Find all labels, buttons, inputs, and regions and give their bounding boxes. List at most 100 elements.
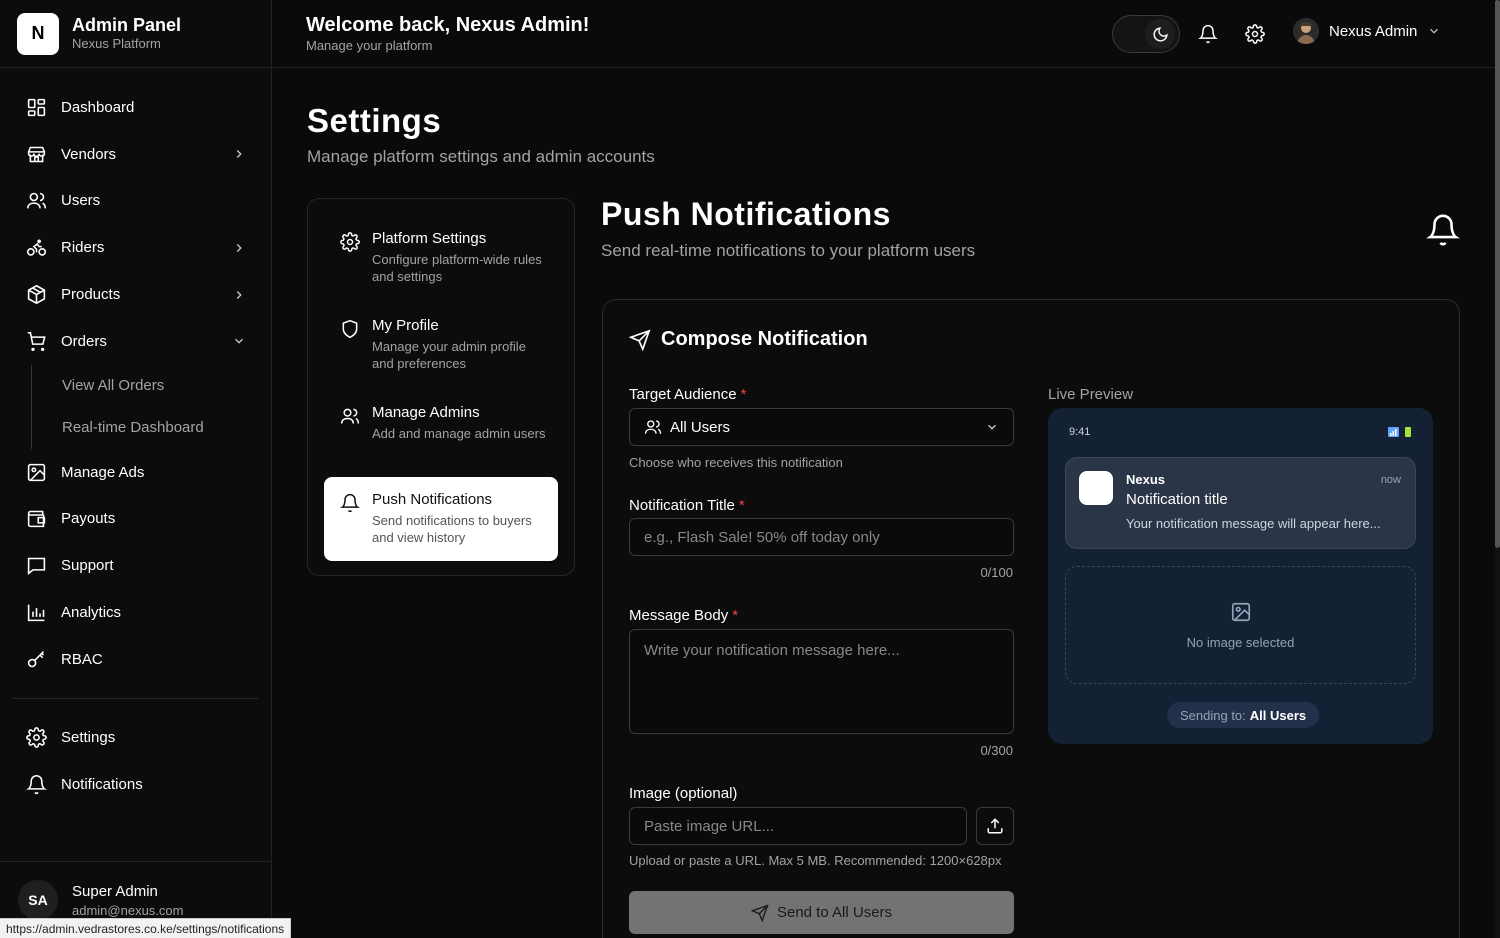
live-preview-label: Live Preview (1048, 386, 1134, 403)
settings-nav-push-notifications[interactable]: Push Notifications Send notifications to… (324, 477, 558, 561)
brand-title: Admin Panel (72, 15, 182, 35)
page-subtitle: Manage platform settings and admin accou… (307, 147, 655, 166)
sidebar-item-label: Dashboard (61, 98, 135, 116)
title-label-text: Notification Title (629, 497, 735, 514)
top-header: Welcome back, Nexus Admin! Manage your p… (273, 0, 1495, 68)
phone-status-icons (1388, 427, 1411, 437)
profile-name: Nexus Admin (1329, 22, 1418, 40)
bell-icon (26, 774, 47, 794)
cart-icon (27, 331, 46, 351)
compose-heading-text: Compose Notification (661, 328, 868, 350)
notification-title-input[interactable]: e.g., Flash Sale! 50% off today only (629, 518, 1014, 556)
audience-label-text: Target Audience (629, 386, 737, 403)
send-button[interactable]: Send to All Users (629, 891, 1014, 934)
sidebar-item-notifications[interactable]: Notifications (12, 761, 260, 808)
image-url-input[interactable]: Paste image URL... (629, 807, 967, 845)
message-body-textarea[interactable]: Write your notification message here... (629, 629, 1014, 734)
theme-toggle[interactable] (1112, 15, 1180, 53)
profile-menu[interactable]: Nexus Admin (1293, 18, 1441, 44)
sidebar-item-label: Manage Ads (61, 463, 145, 481)
compose-card: Compose Notification Target Audience * Al… (602, 299, 1460, 938)
sidebar-item-label: RBAC (61, 650, 103, 668)
avatar (1293, 18, 1319, 44)
chevron-down-icon (235, 339, 243, 345)
required-mark: * (740, 386, 747, 403)
send-button-label: Send to All Users (776, 904, 893, 921)
app-root: N Admin Panel Nexus Platform Dashboard V… (0, 0, 1500, 938)
user-name: Super Admin (72, 882, 158, 900)
bike-icon (26, 239, 47, 257)
image-hint: Upload or paste a URL. Max 5 MB. Recomme… (629, 853, 1002, 868)
sidebar-subitem-view-all-orders[interactable]: View All Orders (32, 365, 260, 407)
sidebar-nav-bottom: Settings Notifications (12, 714, 260, 808)
message-icon (27, 557, 46, 576)
sidebar-item-analytics[interactable]: Analytics (12, 589, 260, 636)
settings-nav-platform-settings[interactable]: Platform Settings Configure platform-wid… (324, 216, 558, 300)
package-icon (27, 284, 46, 305)
sidebar-item-label: Products (61, 286, 121, 304)
avatar-picture (1293, 18, 1319, 44)
bell-icon (1426, 214, 1460, 246)
sidebar-item-products[interactable]: Products (12, 271, 260, 318)
users-icon (26, 193, 47, 209)
push-title: Push Notifications (601, 196, 891, 232)
sidebar-item-label: Support (61, 557, 114, 575)
image-label: Image (optional) (629, 785, 738, 802)
sidebar-item-payouts[interactable]: Payouts (12, 496, 260, 543)
settings-nav-title: Push Notifications (372, 491, 493, 508)
app-icon (1079, 471, 1113, 505)
chevron-right-icon (236, 150, 242, 159)
sidebar-item-riders[interactable]: Riders (12, 224, 260, 271)
settings-nav-title: Manage Admins (372, 404, 480, 421)
sidebar-item-support[interactable]: Support (12, 542, 260, 589)
moon-icon (1153, 26, 1168, 41)
welcome-subtitle: Manage your platform (306, 38, 433, 53)
upload-icon (987, 818, 1003, 834)
brand-subtitle: Nexus Platform (72, 36, 161, 51)
chevron-right-icon (236, 290, 242, 299)
audience-label: Target Audience * (629, 386, 746, 403)
wallet-icon (27, 511, 46, 528)
sidebar-nav: Dashboard Vendors Users Riders Products (12, 84, 260, 683)
phone-preview: 9:41 Nexus now Notification title Your n… (1048, 408, 1433, 744)
sidebar-item-rbac[interactable]: RBAC (12, 636, 260, 683)
upload-button[interactable] (976, 807, 1014, 845)
compose-heading: Compose Notification (629, 328, 868, 351)
audience-select[interactable]: All Users (629, 408, 1014, 446)
settings-nav-my-profile[interactable]: My Profile Manage your admin profile and… (324, 303, 558, 387)
image-icon (1231, 602, 1251, 622)
brand[interactable]: N Admin Panel Nexus Platform (0, 0, 271, 68)
sidebar-item-users[interactable]: Users (12, 178, 260, 225)
chevron-down-icon (988, 424, 996, 430)
gear-icon (26, 727, 47, 748)
sidebar-item-dashboard[interactable]: Dashboard (12, 84, 260, 131)
sidebar-item-vendors[interactable]: Vendors (12, 131, 260, 178)
scrollbar-thumb[interactable] (1495, 0, 1500, 548)
audience-hint: Choose who receives this notification (629, 455, 843, 470)
body-label: Message Body * (629, 607, 738, 624)
sidebar: N Admin Panel Nexus Platform Dashboard V… (0, 0, 272, 938)
sidebar-item-manage-ads[interactable]: Manage Ads (12, 449, 260, 496)
sending-to-badge: Sending to: All Users (1167, 702, 1320, 728)
sidebar-subitem-realtime-dashboard[interactable]: Real-time Dashboard (32, 407, 260, 449)
notification-message: Your notification message will appear he… (1126, 516, 1381, 531)
required-mark: * (732, 607, 739, 624)
notification-card: Nexus now Notification title Your notifi… (1065, 457, 1416, 549)
sidebar-item-settings[interactable]: Settings (12, 714, 260, 761)
users-icon (340, 408, 360, 424)
signal-icon (1388, 427, 1399, 437)
scrollbar[interactable] (1495, 0, 1500, 938)
send-icon (750, 903, 769, 922)
settings-nav-manage-admins[interactable]: Manage Admins Add and manage admin users (324, 390, 558, 474)
sending-target: All Users (1249, 707, 1307, 723)
sidebar-item-label: Settings (61, 728, 116, 746)
shield-icon (342, 319, 358, 339)
bell-icon[interactable] (1198, 24, 1218, 44)
sidebar-item-orders[interactable]: Orders (12, 318, 260, 365)
gear-icon[interactable] (1245, 24, 1265, 44)
send-icon (629, 328, 651, 351)
push-subtitle: Send real-time notifications to your pla… (601, 241, 976, 260)
settings-nav-title: Platform Settings (372, 230, 487, 247)
chart-icon (27, 604, 45, 622)
body-counter: 0/300 (980, 743, 1013, 758)
